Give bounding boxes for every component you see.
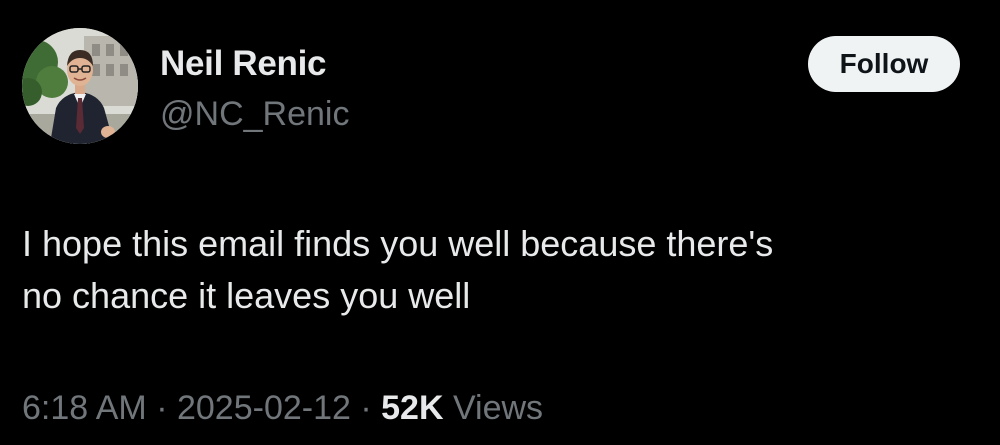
tweet-date[interactable]: 2025-02-12 <box>177 389 351 427</box>
meta-separator: · <box>360 389 372 427</box>
tweet-text: I hope this email finds you well because… <box>22 218 972 322</box>
tweet-text-line: I hope this email finds you well because… <box>22 223 774 264</box>
meta-separator: · <box>156 389 168 427</box>
profile-photo-icon <box>22 28 138 144</box>
tweet-time[interactable]: 6:18 AM <box>22 389 147 427</box>
views-label: Views <box>452 389 544 427</box>
author-avatar[interactable] <box>22 28 138 144</box>
follow-button[interactable]: Follow <box>808 36 960 92</box>
author-handle[interactable]: @NC_Renic <box>160 92 349 136</box>
tweet-card: Neil Renic @NC_Renic Follow I hope this … <box>0 0 1000 445</box>
views-count[interactable]: 52K <box>381 389 443 427</box>
tweet-text-line: no chance it leaves you well <box>22 275 471 316</box>
author-display-name[interactable]: Neil Renic <box>160 42 327 86</box>
tweet-meta: 6:18 AM · 2025-02-12 · 52K Views <box>22 386 543 430</box>
